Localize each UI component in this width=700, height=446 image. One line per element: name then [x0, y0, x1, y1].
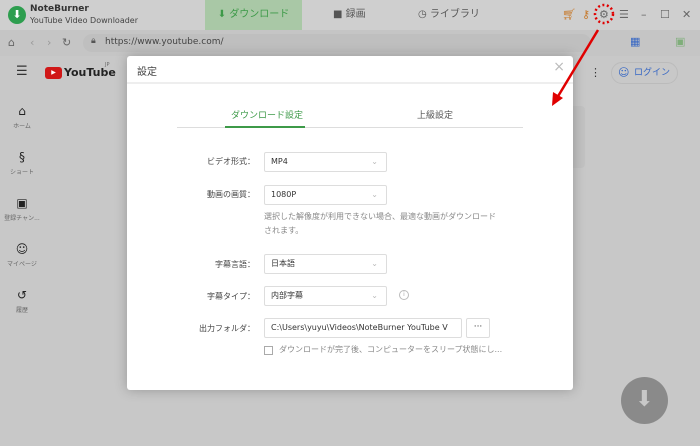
annotation-overlay: [552, 3, 615, 106]
annotation-arrow: [555, 29, 600, 99]
highlight-circle: [593, 3, 615, 25]
arrow-head: [552, 92, 563, 106]
